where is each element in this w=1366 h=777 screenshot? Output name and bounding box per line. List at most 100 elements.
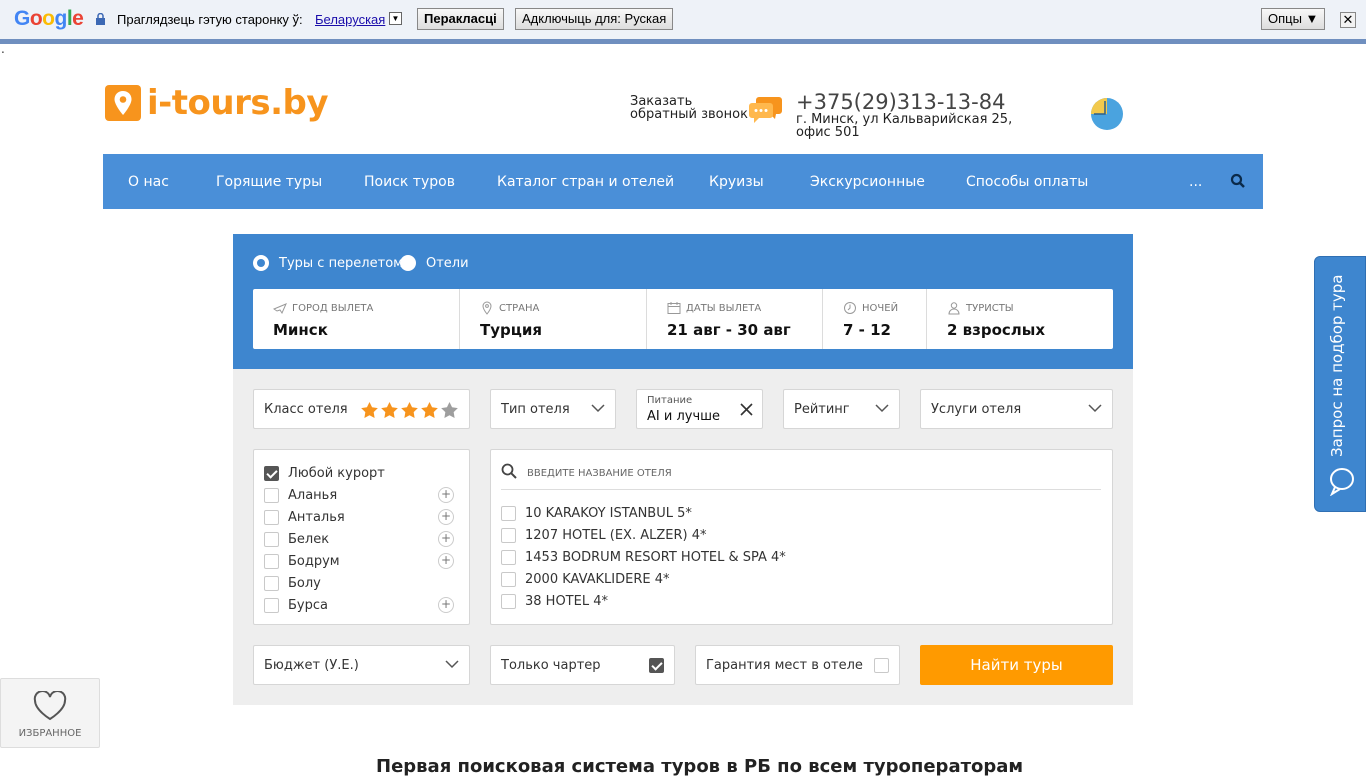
budget-label: Бюджет (У.Е.) — [264, 658, 359, 673]
field-label: Даты вылета — [686, 302, 762, 314]
expand-icon[interactable]: + — [438, 553, 454, 569]
resort-item[interactable]: Бодрум + — [264, 551, 454, 571]
disable-translate-button[interactable]: Адключыць для: Руская — [515, 8, 674, 30]
chat-icon[interactable] — [749, 95, 783, 125]
resort-item[interactable]: Любой курорт — [264, 463, 454, 483]
translate-bar-divider — [0, 39, 1366, 44]
hotel-item[interactable]: 1453 BODRUM RESORT HOTEL & SPA 4* — [501, 547, 786, 567]
search-icon[interactable] — [1230, 173, 1246, 189]
resort-label: Любой курорт — [288, 465, 385, 481]
nav-item-cruises[interactable]: Круизы — [709, 174, 764, 190]
translate-prompt: Праглядзець гэтую старонку ў: — [117, 12, 303, 27]
star-icon[interactable] — [360, 401, 379, 419]
hotel-checkbox[interactable] — [501, 593, 516, 609]
hotel-type-select[interactable]: Тип отеля — [490, 389, 616, 429]
guarantee-toggle[interactable]: Гарантия мест в отеле — [695, 645, 900, 685]
hotel-checkbox[interactable] — [501, 571, 516, 587]
resort-checkbox[interactable] — [264, 575, 279, 591]
logo-text: i-tours.by — [147, 83, 329, 123]
food-select[interactable]: Питание AI и лучше — [636, 389, 763, 429]
location-icon — [482, 301, 492, 315]
charter-only-toggle[interactable]: Только чартер — [490, 645, 675, 685]
resort-item[interactable]: Болу — [264, 573, 454, 593]
field-dates[interactable]: Даты вылета 21 авг - 30 авг — [647, 289, 823, 349]
clear-icon[interactable] — [740, 403, 753, 416]
field-label: Туристы — [966, 302, 1014, 314]
nav-item-tour-search[interactable]: Поиск туров — [364, 174, 455, 190]
pie-chart-icon[interactable] — [1090, 97, 1124, 131]
field-nights[interactable]: Ночей 7 - 12 — [823, 289, 927, 349]
charter-only-checkbox[interactable] — [649, 658, 664, 673]
close-icon[interactable]: ✕ — [1340, 12, 1356, 28]
rating-select[interactable]: Рейтинг — [783, 389, 900, 429]
language-dropdown-icon[interactable]: ▼ — [389, 12, 402, 25]
resort-item[interactable]: Белек + — [264, 529, 454, 549]
star-icon[interactable] — [440, 401, 459, 419]
hotel-label: 1207 HOTEL (EX. ALZER) 4* — [525, 527, 707, 543]
radio-tours-label[interactable]: Туры с перелетом — [279, 256, 403, 271]
resort-label: Белек — [288, 531, 330, 547]
hotel-search — [501, 460, 1101, 490]
translate-button[interactable]: Перакласці — [417, 8, 504, 30]
services-select[interactable]: Услуги отеля — [920, 389, 1113, 429]
guarantee-checkbox[interactable] — [874, 658, 889, 673]
radio-tours[interactable] — [253, 255, 269, 271]
resort-label: Анталья — [288, 509, 345, 525]
nav-item-excursions[interactable]: Экскурсионные — [810, 174, 925, 190]
nav-item-more[interactable]: ... — [1189, 174, 1202, 190]
phone-number[interactable]: +375(29)313-13-84 — [796, 90, 1005, 114]
hotel-item[interactable]: 2000 KAVAKLIDERE 4* — [501, 569, 670, 589]
expand-icon[interactable]: + — [438, 597, 454, 613]
options-button[interactable]: Опцы ▼ — [1261, 8, 1326, 30]
find-tours-button[interactable]: Найти туры — [920, 645, 1113, 685]
star-icon[interactable] — [400, 401, 419, 419]
user-icon — [948, 302, 960, 315]
chevron-down-icon — [1088, 404, 1102, 413]
hotel-checkbox[interactable] — [501, 527, 516, 543]
field-country[interactable]: Страна Турция — [460, 289, 647, 349]
resort-checkbox[interactable] — [264, 465, 279, 481]
expand-icon[interactable]: + — [438, 509, 454, 525]
star-icon[interactable] — [380, 401, 399, 419]
language-select[interactable]: Беларуская — [315, 12, 385, 27]
services-label: Услуги отеля — [931, 402, 1022, 417]
callback-link[interactable]: Заказать обратный звонок — [630, 95, 748, 121]
field-departure-city[interactable]: Город вылета Минск — [253, 289, 460, 349]
resort-item[interactable]: Бурса + — [264, 595, 454, 615]
resort-checkbox[interactable] — [264, 531, 279, 547]
site-logo[interactable]: i-tours.by — [105, 83, 329, 123]
guarantee-label: Гарантия мест в отеле — [706, 658, 863, 673]
nav-item-about[interactable]: О нас — [128, 174, 169, 190]
main-nav: О нас Горящие туры Поиск туров Каталог с… — [103, 154, 1263, 209]
resort-item[interactable]: Анталья + — [264, 507, 454, 527]
hotel-item[interactable]: 38 HOTEL 4* — [501, 591, 608, 611]
hotel-checkbox[interactable] — [501, 505, 516, 521]
resort-checkbox[interactable] — [264, 553, 279, 569]
nav-item-payment[interactable]: Способы оплаты — [966, 174, 1088, 190]
radio-hotels[interactable] — [400, 255, 416, 271]
food-value: AI и лучше — [647, 409, 721, 424]
hotel-checkbox[interactable] — [501, 549, 516, 565]
hotel-item[interactable]: 1207 HOTEL (EX. ALZER) 4* — [501, 525, 706, 545]
field-tourists[interactable]: Туристы 2 взрослых — [927, 289, 1113, 349]
nav-item-catalog[interactable]: Каталог стран и отелей — [497, 174, 674, 190]
resort-checkbox[interactable] — [264, 509, 279, 525]
hotel-item[interactable]: 10 KARAKOY ISTANBUL 5* — [501, 503, 692, 523]
lock-icon — [96, 13, 105, 25]
tour-request-tab[interactable]: Запрос на подбор тура — [1314, 256, 1366, 512]
favorites-button[interactable]: ИЗБРАННОЕ — [0, 678, 100, 748]
field-value: Турция — [480, 321, 543, 339]
resort-checkbox[interactable] — [264, 487, 279, 503]
expand-icon[interactable]: + — [438, 487, 454, 503]
resort-label: Бурса — [288, 597, 328, 613]
radio-hotels-label[interactable]: Отели — [426, 256, 469, 271]
expand-icon[interactable]: + — [438, 531, 454, 547]
hotel-class-filter[interactable]: Класс отеля — [253, 389, 470, 429]
nav-item-hot-tours[interactable]: Горящие туры — [216, 174, 322, 190]
resort-checkbox[interactable] — [264, 597, 279, 613]
resort-item[interactable]: Аланья + — [264, 485, 454, 505]
star-rating[interactable] — [360, 401, 459, 419]
hotel-search-input[interactable] — [527, 460, 1087, 486]
budget-select[interactable]: Бюджет (У.Е.) — [253, 645, 470, 685]
star-icon[interactable] — [420, 401, 439, 419]
